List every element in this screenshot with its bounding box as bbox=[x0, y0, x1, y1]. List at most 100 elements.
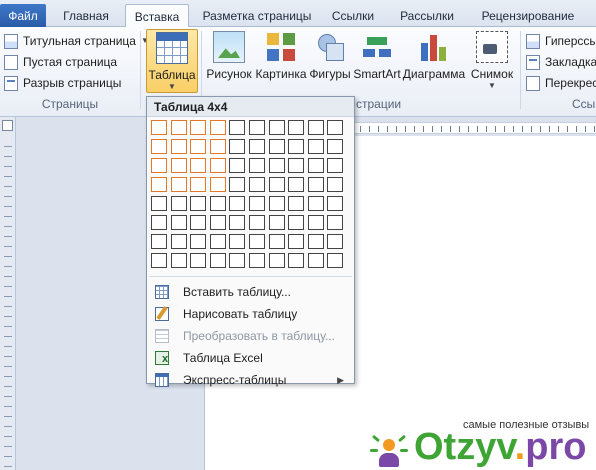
table-grid-cell[interactable] bbox=[288, 139, 304, 154]
shapes-button[interactable]: Фигуры bbox=[308, 29, 352, 93]
table-grid-cell[interactable] bbox=[229, 234, 245, 249]
table-grid-cell[interactable] bbox=[308, 177, 324, 192]
table-grid-cell[interactable] bbox=[269, 215, 285, 230]
table-grid-cell[interactable] bbox=[269, 177, 285, 192]
table-grid-cell[interactable] bbox=[288, 158, 304, 173]
table-grid-cell[interactable] bbox=[171, 158, 187, 173]
table-grid-cell[interactable] bbox=[249, 177, 265, 192]
tab-references[interactable]: Ссылки bbox=[324, 4, 382, 28]
table-grid-cell[interactable] bbox=[308, 215, 324, 230]
table-grid-cell[interactable] bbox=[249, 234, 265, 249]
tab-mailings[interactable]: Рассылки bbox=[392, 4, 462, 28]
tab-insert[interactable]: Вставка bbox=[125, 4, 189, 29]
screenshot-button[interactable]: Снимок ▼ bbox=[467, 29, 517, 93]
table-grid-cell[interactable] bbox=[210, 139, 226, 154]
table-grid-cell[interactable] bbox=[171, 215, 187, 230]
table-grid-cell[interactable] bbox=[210, 234, 226, 249]
table-size-grid[interactable] bbox=[151, 120, 351, 272]
table-grid-cell[interactable] bbox=[249, 158, 265, 173]
table-grid-cell[interactable] bbox=[249, 253, 265, 268]
table-grid-cell[interactable] bbox=[327, 120, 343, 135]
table-grid-cell[interactable] bbox=[190, 196, 206, 211]
table-grid-cell[interactable] bbox=[327, 234, 343, 249]
chart-button[interactable]: Диаграмма bbox=[402, 29, 466, 93]
table-grid-cell[interactable] bbox=[249, 215, 265, 230]
tab-selector[interactable] bbox=[2, 120, 13, 131]
table-grid-cell[interactable] bbox=[308, 196, 324, 211]
table-grid-cell[interactable] bbox=[151, 139, 167, 154]
table-grid-cell[interactable] bbox=[210, 177, 226, 192]
table-grid-cell[interactable] bbox=[327, 177, 343, 192]
table-grid-cell[interactable] bbox=[269, 196, 285, 211]
table-grid-cell[interactable] bbox=[288, 234, 304, 249]
table-grid-cell[interactable] bbox=[229, 158, 245, 173]
table-grid-cell[interactable] bbox=[308, 234, 324, 249]
table-grid-cell[interactable] bbox=[327, 158, 343, 173]
smartart-button[interactable]: SmartArt bbox=[352, 29, 402, 93]
tab-file[interactable]: Файл bbox=[0, 4, 46, 28]
table-grid-cell[interactable] bbox=[327, 196, 343, 211]
table-grid-cell[interactable] bbox=[151, 120, 167, 135]
bookmark-button[interactable]: Закладка bbox=[526, 52, 596, 72]
table-grid-cell[interactable] bbox=[308, 253, 324, 268]
table-grid-cell[interactable] bbox=[171, 234, 187, 249]
table-grid-cell[interactable] bbox=[151, 234, 167, 249]
table-grid-cell[interactable] bbox=[151, 215, 167, 230]
table-grid-cell[interactable] bbox=[171, 177, 187, 192]
table-grid-cell[interactable] bbox=[249, 120, 265, 135]
table-grid-cell[interactable] bbox=[190, 177, 206, 192]
table-grid-cell[interactable] bbox=[308, 139, 324, 154]
quick-tables-menu-item[interactable]: Экспресс-таблицы ▶ bbox=[147, 369, 354, 391]
table-grid-cell[interactable] bbox=[327, 253, 343, 268]
table-grid-cell[interactable] bbox=[229, 196, 245, 211]
table-grid-cell[interactable] bbox=[229, 177, 245, 192]
table-grid-cell[interactable] bbox=[269, 253, 285, 268]
table-grid-cell[interactable] bbox=[210, 196, 226, 211]
table-grid-cell[interactable] bbox=[190, 158, 206, 173]
table-grid-cell[interactable] bbox=[190, 234, 206, 249]
hyperlink-button[interactable]: Гиперссы bbox=[526, 31, 596, 51]
page-break-button[interactable]: Разрыв страницы bbox=[4, 73, 121, 93]
table-grid-cell[interactable] bbox=[190, 253, 206, 268]
table-grid-cell[interactable] bbox=[249, 139, 265, 154]
table-grid-cell[interactable] bbox=[190, 120, 206, 135]
table-grid-cell[interactable] bbox=[327, 139, 343, 154]
table-grid-cell[interactable] bbox=[288, 215, 304, 230]
table-grid-cell[interactable] bbox=[288, 177, 304, 192]
draw-table-menu-item[interactable]: Нарисовать таблицу bbox=[147, 303, 354, 325]
table-grid-cell[interactable] bbox=[229, 215, 245, 230]
tab-home[interactable]: Главная bbox=[54, 4, 118, 28]
tab-review[interactable]: Рецензирование bbox=[472, 4, 584, 28]
table-grid-cell[interactable] bbox=[151, 253, 167, 268]
table-grid-cell[interactable] bbox=[190, 139, 206, 154]
table-grid-cell[interactable] bbox=[327, 215, 343, 230]
table-grid-cell[interactable] bbox=[229, 139, 245, 154]
table-grid-cell[interactable] bbox=[171, 139, 187, 154]
table-grid-cell[interactable] bbox=[151, 196, 167, 211]
table-grid-cell[interactable] bbox=[171, 196, 187, 211]
cover-page-button[interactable]: Титульная страница ▼ bbox=[4, 31, 149, 51]
table-grid-cell[interactable] bbox=[308, 158, 324, 173]
table-grid-cell[interactable] bbox=[210, 253, 226, 268]
table-grid-cell[interactable] bbox=[171, 253, 187, 268]
table-grid-cell[interactable] bbox=[171, 120, 187, 135]
clipart-button[interactable]: Картинка bbox=[254, 29, 308, 93]
table-grid-cell[interactable] bbox=[308, 120, 324, 135]
table-grid-cell[interactable] bbox=[210, 120, 226, 135]
table-button[interactable]: Таблица ▼ bbox=[146, 29, 198, 93]
picture-button[interactable]: Рисунок bbox=[205, 29, 253, 93]
table-grid-cell[interactable] bbox=[229, 120, 245, 135]
excel-table-menu-item[interactable]: Таблица Excel bbox=[147, 347, 354, 370]
table-grid-cell[interactable] bbox=[151, 177, 167, 192]
table-grid-cell[interactable] bbox=[269, 234, 285, 249]
table-grid-cell[interactable] bbox=[249, 196, 265, 211]
table-grid-cell[interactable] bbox=[288, 253, 304, 268]
table-grid-cell[interactable] bbox=[288, 196, 304, 211]
table-grid-cell[interactable] bbox=[210, 215, 226, 230]
table-grid-cell[interactable] bbox=[190, 215, 206, 230]
table-grid-cell[interactable] bbox=[288, 120, 304, 135]
table-grid-cell[interactable] bbox=[151, 158, 167, 173]
table-grid-cell[interactable] bbox=[229, 253, 245, 268]
table-grid-cell[interactable] bbox=[269, 120, 285, 135]
blank-page-button[interactable]: Пустая страница bbox=[4, 52, 117, 72]
